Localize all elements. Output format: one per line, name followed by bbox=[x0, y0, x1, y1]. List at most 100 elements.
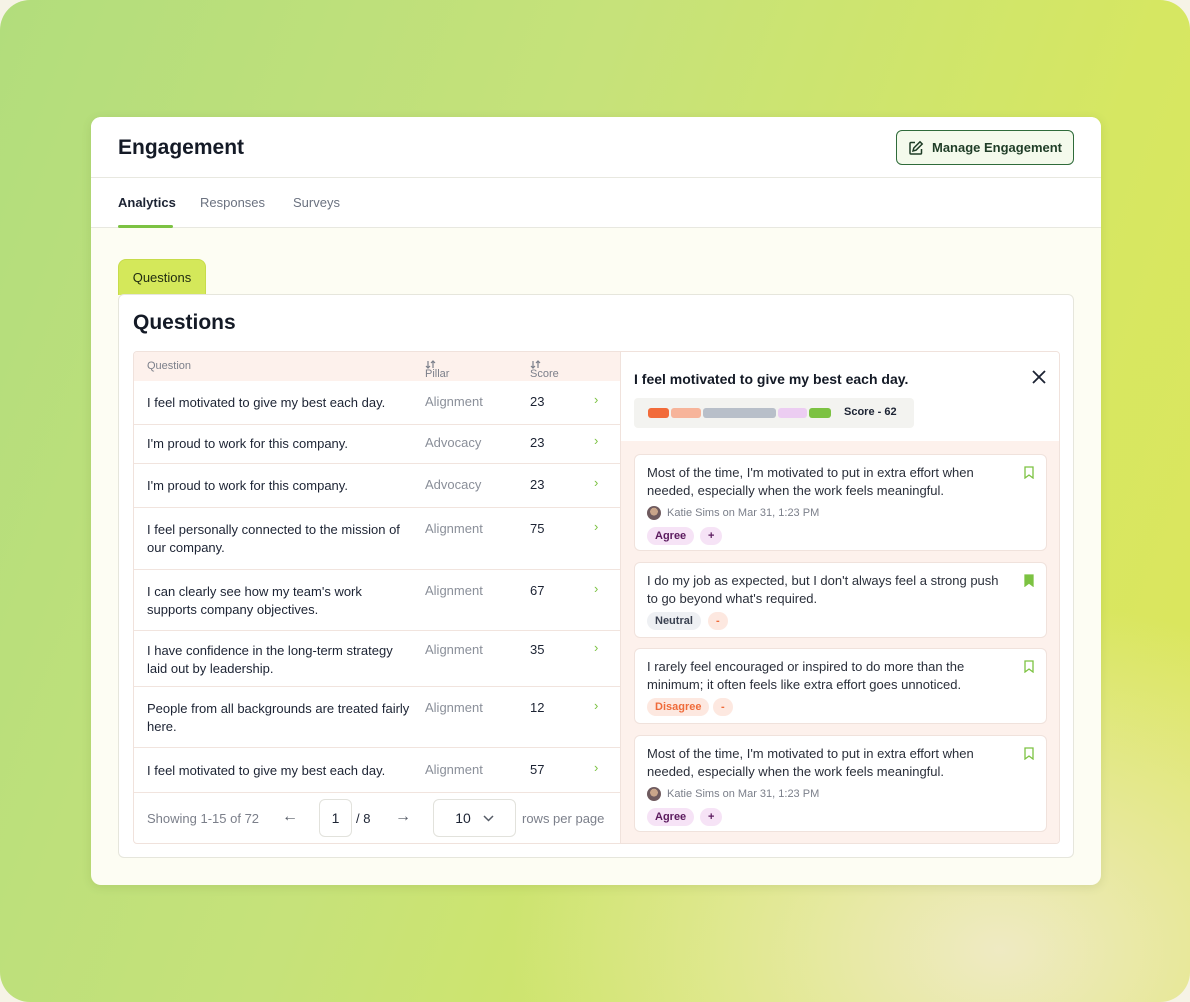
row-question: People from all backgrounds are treated … bbox=[147, 701, 410, 734]
response-meta: Katie Sims on Mar 31, 1:23 PM bbox=[647, 787, 819, 801]
row-score: 75 bbox=[530, 521, 545, 536]
response-card: I rarely feel encouraged or inspired to … bbox=[634, 648, 1047, 724]
bookmark-icon[interactable] bbox=[1024, 747, 1034, 760]
response-card: I do my job as expected, but I don't alw… bbox=[634, 562, 1047, 638]
page-title: Engagement bbox=[118, 136, 245, 159]
card-header: Engagement Manage Engagement bbox=[91, 117, 1101, 178]
row-pillar: Alignment bbox=[425, 521, 483, 536]
response-author: Katie Sims on Mar 31, 1:23 PM bbox=[667, 507, 820, 519]
status-badge: Agree bbox=[647, 808, 695, 826]
bookmark-icon[interactable] bbox=[1024, 660, 1034, 673]
table-header: Question Pillar Score bbox=[134, 352, 620, 381]
score-distribution: Score - 62 bbox=[634, 398, 914, 428]
section-tab-questions[interactable]: Questions bbox=[118, 259, 206, 295]
response-text: I rarely feel encouraged or inspired to … bbox=[647, 659, 965, 692]
bookmark-icon[interactable] bbox=[1024, 574, 1034, 587]
row-question: I'm proud to work for this company. bbox=[147, 436, 348, 451]
row-score: 23 bbox=[530, 477, 545, 492]
response-text: I do my job as expected, but I don't alw… bbox=[647, 573, 999, 606]
table-row[interactable]: I'm proud to work for this company. Advo… bbox=[134, 425, 620, 464]
panel-title: Questions bbox=[133, 311, 236, 334]
detail-header: I feel motivated to give my best each da… bbox=[621, 352, 1059, 441]
table-row[interactable]: I feel motivated to give my best each da… bbox=[134, 381, 620, 425]
chevron-right-icon[interactable]: › bbox=[594, 581, 598, 596]
score-segment-strongly-disagree bbox=[648, 408, 669, 418]
score-segment-disagree bbox=[671, 408, 701, 418]
column-question: Question bbox=[147, 360, 192, 372]
chevron-right-icon[interactable]: › bbox=[594, 475, 598, 490]
total-pages: / 8 bbox=[356, 811, 371, 826]
add-tag-button[interactable]: - bbox=[713, 698, 733, 716]
table-row[interactable]: I feel personally connected to the missi… bbox=[134, 508, 620, 570]
add-tag-button[interactable]: + bbox=[700, 808, 723, 826]
tab-bar: Analytics Responses Surveys bbox=[91, 178, 1101, 228]
column-score-label: Score bbox=[530, 368, 559, 380]
avatar bbox=[647, 506, 661, 520]
score-segment-neutral bbox=[703, 408, 776, 418]
score-segment-agree bbox=[778, 408, 807, 418]
row-score: 35 bbox=[530, 642, 545, 657]
detail-title: I feel motivated to give my best each da… bbox=[634, 371, 909, 387]
row-score: 67 bbox=[530, 583, 545, 598]
response-card: Most of the time, I'm motivated to put i… bbox=[634, 735, 1047, 832]
table-row[interactable]: I have confidence in the long-term strat… bbox=[134, 631, 620, 687]
chevron-right-icon[interactable]: › bbox=[594, 392, 598, 407]
table-row[interactable]: I'm proud to work for this company. Advo… bbox=[134, 464, 620, 508]
questions-list: Question Pillar Score I feel motivated t… bbox=[134, 352, 620, 843]
chevron-right-icon[interactable]: › bbox=[594, 519, 598, 534]
manage-engagement-button[interactable]: Manage Engagement bbox=[896, 130, 1074, 165]
row-pillar: Alignment bbox=[425, 394, 483, 409]
response-text: Most of the time, I'm motivated to put i… bbox=[647, 746, 974, 779]
engagement-card: Engagement Manage Engagement Analytics R… bbox=[91, 117, 1101, 885]
row-score: 12 bbox=[530, 700, 545, 715]
row-pillar: Alignment bbox=[425, 700, 483, 715]
table-row[interactable]: People from all backgrounds are treated … bbox=[134, 687, 620, 748]
row-question: I feel motivated to give my best each da… bbox=[147, 763, 386, 778]
add-tag-button[interactable]: - bbox=[708, 612, 728, 630]
response-text: Most of the time, I'm motivated to put i… bbox=[647, 465, 974, 498]
column-pillar[interactable]: Pillar bbox=[425, 360, 449, 380]
arrow-left-icon[interactable]: ← bbox=[282, 808, 298, 826]
table-pagination: Showing 1-15 of 72 ← 1 / 8 → 10 rows per… bbox=[134, 793, 620, 843]
row-question: I have confidence in the long-term strat… bbox=[147, 643, 393, 676]
column-score[interactable]: Score bbox=[530, 360, 559, 380]
response-card: Most of the time, I'm motivated to put i… bbox=[634, 454, 1047, 551]
chevron-down-icon bbox=[483, 814, 494, 822]
questions-panel: Questions Question Pillar Score I feel m… bbox=[118, 294, 1074, 858]
tab-surveys[interactable]: Surveys bbox=[293, 195, 340, 210]
close-icon[interactable] bbox=[1030, 368, 1048, 386]
add-tag-button[interactable]: + bbox=[700, 527, 723, 545]
chevron-right-icon[interactable]: › bbox=[594, 640, 598, 655]
rows-per-page-select[interactable]: 10 bbox=[433, 799, 516, 837]
bookmark-icon[interactable] bbox=[1024, 466, 1034, 479]
active-tab-indicator bbox=[118, 225, 173, 228]
showing-count: Showing 1-15 of 72 bbox=[147, 811, 260, 826]
table-row[interactable]: I can clearly see how my team's work sup… bbox=[134, 570, 620, 631]
question-detail-panel: I feel motivated to give my best each da… bbox=[620, 352, 1059, 843]
rows-per-page-label: rows per page bbox=[522, 811, 605, 826]
status-badge: Neutral bbox=[647, 612, 701, 630]
row-pillar: Alignment bbox=[425, 642, 483, 657]
row-score: 23 bbox=[530, 435, 545, 450]
chevron-right-icon[interactable]: › bbox=[594, 760, 598, 775]
row-score: 57 bbox=[530, 762, 545, 777]
questions-table: Question Pillar Score I feel motivated t… bbox=[133, 351, 1060, 844]
edit-square-icon bbox=[909, 140, 924, 155]
row-pillar: Alignment bbox=[425, 583, 483, 598]
chevron-right-icon[interactable]: › bbox=[594, 433, 598, 448]
status-badge: Agree bbox=[647, 527, 695, 545]
response-author: Katie Sims on Mar 31, 1:23 PM bbox=[667, 788, 820, 800]
response-meta: Katie Sims on Mar 31, 1:23 PM bbox=[647, 506, 819, 520]
row-pillar: Advocacy bbox=[425, 435, 482, 450]
column-pillar-label: Pillar bbox=[425, 368, 450, 380]
row-pillar: Alignment bbox=[425, 762, 483, 777]
table-row[interactable]: I feel motivated to give my best each da… bbox=[134, 748, 620, 793]
tab-responses[interactable]: Responses bbox=[200, 195, 265, 210]
page-input[interactable]: 1 bbox=[319, 799, 352, 837]
manage-engagement-label: Manage Engagement bbox=[931, 140, 1063, 155]
score-segment-strongly-agree bbox=[809, 408, 831, 418]
arrow-right-icon[interactable]: → bbox=[395, 808, 411, 826]
avatar bbox=[647, 787, 661, 801]
chevron-right-icon[interactable]: › bbox=[594, 698, 598, 713]
tab-analytics[interactable]: Analytics bbox=[118, 195, 176, 210]
